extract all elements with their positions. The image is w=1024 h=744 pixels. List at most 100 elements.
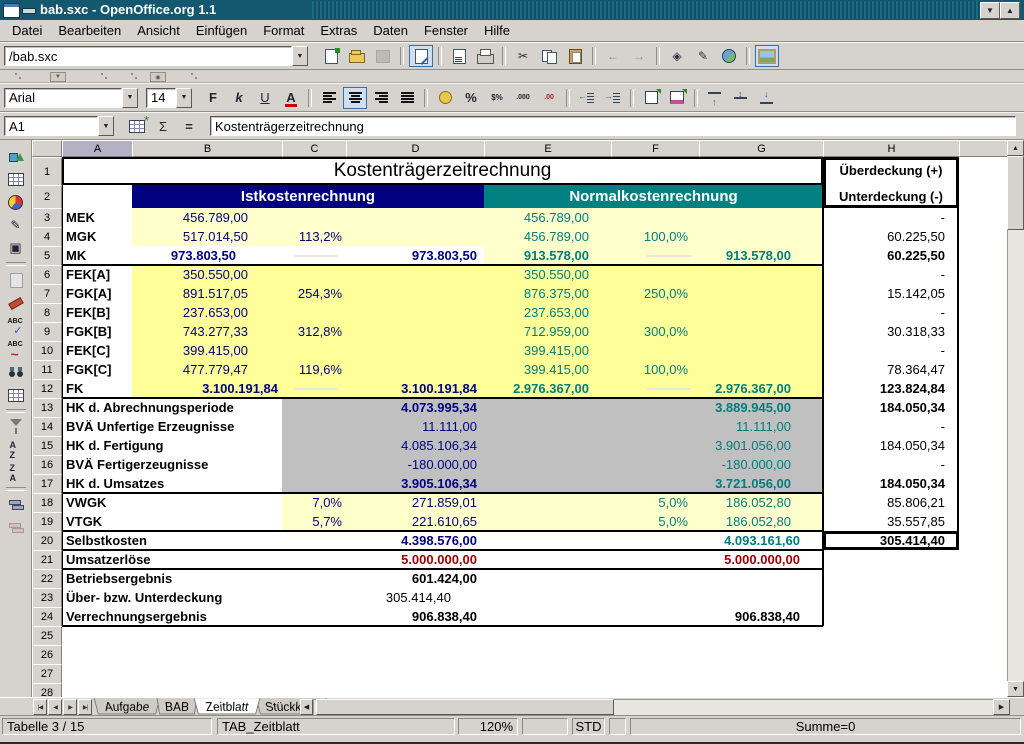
row-header-16[interactable]: 16 [32, 455, 62, 475]
maximize-button[interactable]: ▲ [1000, 2, 1020, 19]
navigator-button[interactable]: ◈ [665, 45, 689, 67]
currency-button[interactable] [433, 87, 457, 109]
toolbar-grip-icon[interactable] [100, 72, 108, 80]
row-header-6[interactable]: 6 [32, 265, 62, 285]
col-header-E[interactable]: E [484, 140, 612, 157]
cell-A15[interactable]: HK d. Fertigung [62, 436, 282, 455]
cell-H18[interactable]: 85.806,21 [823, 493, 959, 512]
cell-A19[interactable]: VTGK [62, 512, 132, 531]
scroll-up-icon[interactable]: ▲ [1007, 140, 1024, 156]
row-header-2[interactable]: 2 [32, 185, 62, 209]
data-sources-button[interactable] [4, 384, 28, 406]
row-header-20[interactable]: 20 [32, 531, 62, 551]
row-header-18[interactable]: 18 [32, 493, 62, 513]
cell-A3[interactable]: MEK [62, 208, 132, 227]
insert-chart-button[interactable] [4, 191, 28, 213]
menu-daten[interactable]: Daten [365, 21, 416, 40]
menu-ansicht[interactable]: Ansicht [129, 21, 188, 40]
row-header-4[interactable]: 4 [32, 227, 62, 247]
row-header-28[interactable]: 28 [32, 683, 62, 697]
cell-F11[interactable]: 100,0% [611, 360, 699, 379]
cell-D17[interactable]: 3.905.106,34 [346, 474, 484, 493]
font-size-combo[interactable]: 14 [146, 88, 176, 108]
vscroll-thumb[interactable] [1007, 156, 1024, 230]
sheet-tab-zeitblatt[interactable]: Zeitblatt [194, 698, 261, 714]
row-header-12[interactable]: 12 [32, 379, 62, 399]
cell-A13[interactable]: HK d. Abrechnungsperiode [62, 398, 282, 417]
spreadsheet-grid[interactable]: ABCDEFGH12345678910111213141516171819202… [32, 140, 1007, 697]
row-header-25[interactable]: 25 [32, 626, 62, 646]
col-header-D[interactable]: D [346, 140, 485, 157]
font-size-dropdown-arrow-icon[interactable]: ▼ [176, 88, 192, 108]
cell-F19[interactable]: 5,0% [611, 512, 699, 531]
row-header-13[interactable]: 13 [32, 398, 62, 418]
align-center-vertical-button[interactable] [729, 87, 753, 109]
function-button[interactable]: = [177, 115, 201, 137]
cell-H6[interactable]: - [823, 265, 959, 284]
cell-A16[interactable]: BVÄ Fertigerzeugnisse [62, 455, 282, 474]
row-header-5[interactable]: 5 [32, 246, 62, 266]
cell-D20[interactable]: 4.398.576,00 [346, 531, 484, 550]
filter-button[interactable] [4, 416, 28, 438]
cell-C18[interactable]: 7,0% [282, 493, 346, 512]
cell-D14[interactable]: 11.111,00 [346, 417, 484, 436]
increase-indent-button[interactable] [601, 87, 625, 109]
cell-H15[interactable]: 184.050,34 [823, 436, 959, 455]
cell-H4[interactable]: 60.225,50 [823, 227, 959, 246]
hscroll-left-icon[interactable]: ◀ [300, 699, 313, 715]
cell-A18[interactable]: VWGK [62, 493, 132, 512]
cell-H5[interactable]: 60.225,50 [823, 246, 959, 265]
cell-G16[interactable]: -180.000,00 [699, 455, 823, 474]
name-box-dropdown-arrow-icon[interactable]: ▼ [98, 116, 114, 136]
cell-A23[interactable]: Über- bzw. Unterdeckung [62, 588, 282, 607]
decrease-indent-button[interactable] [575, 87, 599, 109]
cell-C7[interactable]: 254,3% [282, 284, 346, 303]
cell-H17[interactable]: 184.050,34 [823, 474, 959, 493]
align-top-button[interactable] [703, 87, 727, 109]
cell-C9[interactable]: 312,8% [282, 322, 346, 341]
cell-G19[interactable]: 186.052,80 [699, 512, 823, 531]
cell-H13[interactable]: 184.050,34 [823, 398, 959, 417]
sheet-tab-aufgabe[interactable]: Aufgabe [94, 698, 161, 714]
cell-B6[interactable]: 350.550,00 [132, 265, 282, 284]
row-header-15[interactable]: 15 [32, 436, 62, 456]
cell-H7[interactable]: 15.142,05 [823, 284, 959, 303]
row-header-22[interactable]: 22 [32, 569, 62, 589]
cell-A24[interactable]: Verrechnungsergebnis [62, 607, 282, 626]
cell-G20[interactable]: 4.093.161,60 [699, 531, 823, 550]
previous-sheet-button[interactable]: ◀ [48, 699, 62, 715]
cell-D5[interactable]: 973.803,50 [346, 246, 484, 265]
cell-F18[interactable]: 5,0% [611, 493, 699, 512]
status-selection-mode[interactable]: STD [572, 718, 605, 735]
cell-A12[interactable]: FK [62, 379, 132, 398]
cell-A17[interactable]: HK d. Umsatzes [62, 474, 282, 493]
vertical-scrollbar[interactable]: ▲▼ [1007, 140, 1024, 697]
autospellcheck-button[interactable] [4, 338, 28, 360]
cell-D16[interactable]: -180.000,00 [346, 455, 484, 474]
row-header-9[interactable]: 9 [32, 322, 62, 342]
url-dropdown-arrow-icon[interactable]: ▼ [292, 46, 308, 66]
cell-G18[interactable]: 186.052,80 [699, 493, 823, 512]
cell-A14[interactable]: BVÄ Unfertige Erzeugnisse [62, 417, 282, 436]
insert-cells-button[interactable] [4, 168, 28, 190]
row-header-3[interactable]: 3 [32, 208, 62, 228]
row-header-19[interactable]: 19 [32, 512, 62, 532]
cell-A8[interactable]: FEK[B] [62, 303, 132, 322]
cell-D21[interactable]: 5.000.000,00 [346, 550, 484, 569]
align-center-button[interactable] [343, 87, 367, 109]
menu-datei[interactable]: Datei [4, 21, 50, 40]
cell-H19[interactable]: 35.557,85 [823, 512, 959, 531]
cell-E3[interactable]: 456.789,00 [484, 208, 611, 227]
sort-descending-button[interactable] [4, 462, 28, 484]
cell-F7[interactable]: 250,0% [611, 284, 699, 303]
cell-B5[interactable]: 973.803,50 [132, 246, 282, 265]
row-header-27[interactable]: 27 [32, 664, 62, 684]
spellcheck-button[interactable] [4, 315, 28, 337]
cell-D18[interactable]: 271.859,01 [346, 493, 484, 512]
row-header-8[interactable]: 8 [32, 303, 62, 323]
col-header-A[interactable]: A [62, 140, 133, 157]
menu-hilfe[interactable]: Hilfe [476, 21, 518, 40]
cell-F9[interactable]: 300,0% [611, 322, 699, 341]
cell-H16[interactable]: - [823, 455, 959, 474]
cell-D22[interactable]: 601.424,00 [346, 569, 484, 588]
